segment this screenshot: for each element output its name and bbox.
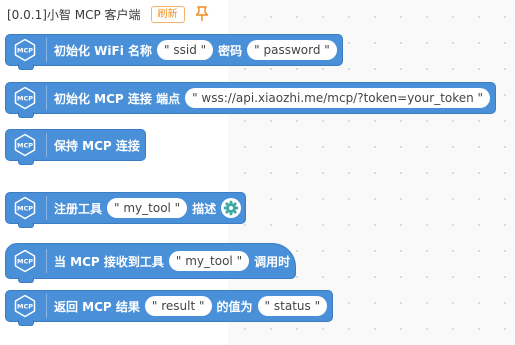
svg-text:MCP: MCP [17,142,33,150]
endpoint-url-input[interactable]: " wss://api.xiaozhi.me/mcp/?token=your_t… [185,88,491,108]
init-wifi-block[interactable]: MCP 初始化 WiFi 名称 " ssid " 密码 " password " [5,34,343,70]
keep-mcp-connection-block[interactable]: MCP 保持 MCP 连接 [5,129,146,165]
block-label: 返回 MCP 结果 [54,299,140,314]
refresh-button[interactable]: 刷新 [150,5,185,23]
block-label: 调用时 [254,254,291,269]
block-label: 保持 MCP 连接 [54,138,140,153]
svg-text:MCP: MCP [17,303,33,311]
pin-icon[interactable] [195,6,209,22]
extension-title: [0.0.1]小智 MCP 客户端 [7,7,141,22]
svg-text:MCP: MCP [17,205,33,213]
block-label: 的值为 [216,299,253,314]
init-mcp-endpoint-block[interactable]: MCP 初始化 MCP 连接 端点 " wss://api.xiaozhi.me… [5,82,497,118]
register-tool-block[interactable]: MCP 注册工具 " my_tool " 描述 [5,192,247,228]
mcp-icon: MCP [12,132,38,158]
block-label: 注册工具 [54,201,103,216]
return-mcp-result-block[interactable]: MCP 返回 MCP 结果 " result " 的值为 " status " [5,290,334,326]
block-label: 初始化 MCP 连接 端点 [54,91,181,106]
result-value-input[interactable]: " status " [257,296,328,316]
tool-name-input[interactable]: " my_tool " [168,251,250,271]
svg-text:MCP: MCP [17,258,33,266]
svg-text:MCP: MCP [17,95,33,103]
block-label: 初始化 WiFi 名称 [54,43,153,58]
password-input[interactable]: " password " [247,40,337,60]
mcp-icon: MCP [12,85,38,111]
gear-icon[interactable] [221,198,242,218]
tool-name-input[interactable]: " my_tool " [107,198,188,218]
mcp-icon: MCP [12,37,38,63]
block-label: 密码 [218,43,243,58]
on-tool-called-block[interactable]: MCP 当 MCP 接收到工具 " my_tool " 调用时 [5,243,297,283]
ssid-input[interactable]: " ssid " [157,40,214,60]
svg-text:MCP: MCP [17,47,33,55]
block-label: 当 MCP 接收到工具 [54,254,164,269]
block-label: 描述 [192,201,217,216]
palette-header: [0.0.1]小智 MCP 客户端 刷新 [7,4,209,24]
mcp-icon: MCP [12,293,38,319]
mcp-icon: MCP [12,195,38,221]
mcp-icon: MCP [12,248,38,274]
result-name-input[interactable]: " result " [144,296,212,316]
